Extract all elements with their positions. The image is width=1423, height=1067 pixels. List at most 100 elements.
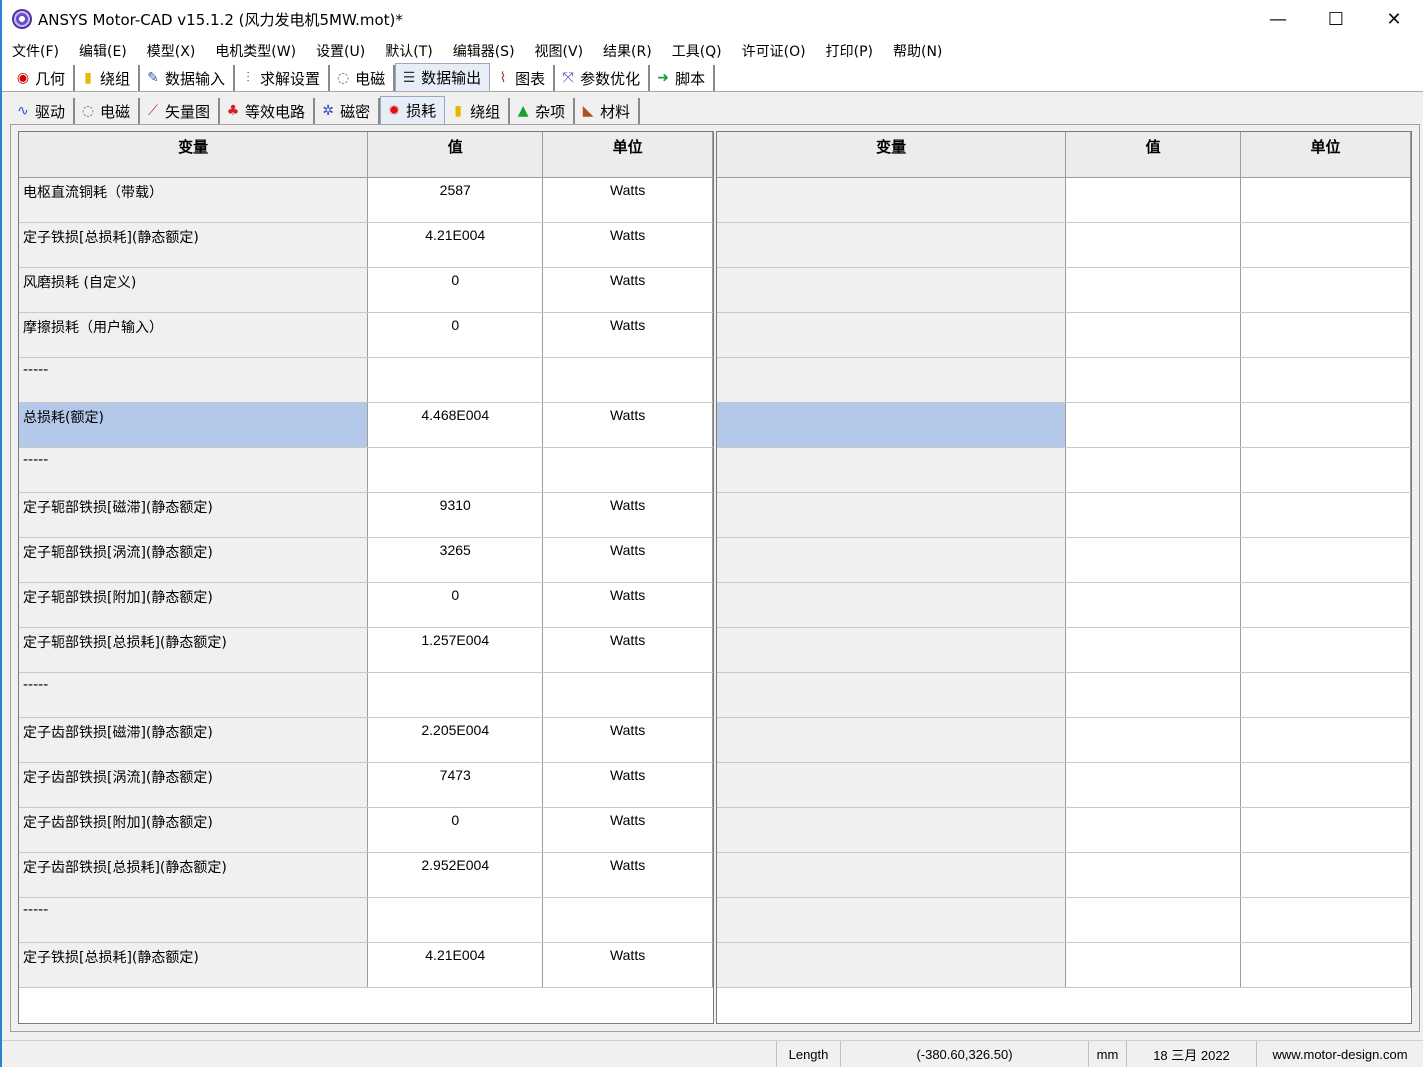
table-row[interactable] [717,942,1411,988]
unit-cell[interactable] [542,447,713,493]
variable-cell[interactable] [717,942,1067,988]
menu-item-3[interactable]: 电机类型(W) [215,41,296,61]
variable-cell[interactable]: 定子铁损[总损耗](静态额定) [19,222,369,268]
unit-cell[interactable] [1240,762,1411,808]
table-row[interactable] [717,222,1411,268]
variable-cell[interactable]: 定子轭部铁损[磁滞](静态额定) [19,492,369,538]
table-row[interactable]: 定子齿部铁损[涡流](静态额定) 7473 Watts [19,762,713,808]
table-row[interactable]: 定子铁损[总损耗](静态额定) 4.21E004 Watts [19,942,713,988]
sub-tab-6[interactable]: ▮ 绕组 [445,98,511,124]
value-cell[interactable] [367,897,544,943]
menu-item-10[interactable]: 许可证(O) [742,41,806,61]
variable-cell[interactable] [717,672,1067,718]
unit-cell[interactable]: Watts [542,942,713,988]
value-cell[interactable] [367,672,544,718]
variable-cell[interactable] [717,807,1067,853]
main-tab-3[interactable]: ⫶ 求解设置 [235,65,331,91]
value-cell[interactable] [1065,357,1242,403]
table-row[interactable] [717,492,1411,538]
close-button[interactable]: ✕ [1365,0,1423,38]
variable-cell[interactable]: ----- [19,357,369,403]
variable-cell[interactable] [717,717,1067,763]
variable-cell[interactable]: 定子齿部铁损[附加](静态额定) [19,807,369,853]
variable-cell[interactable]: 定子轭部铁损[附加](静态额定) [19,582,369,628]
table-row[interactable] [717,357,1411,403]
variable-cell[interactable]: 定子齿部铁损[总损耗](静态额定) [19,852,369,898]
value-cell[interactable]: 0 [367,312,544,358]
variable-cell[interactable]: ----- [19,447,369,493]
unit-cell[interactable]: Watts [542,717,713,763]
table-row[interactable] [717,627,1411,673]
value-cell[interactable]: 0 [367,807,544,853]
unit-cell[interactable]: Watts [542,177,713,223]
variable-cell[interactable] [717,627,1067,673]
value-cell[interactable] [1065,762,1242,808]
unit-cell[interactable] [542,672,713,718]
unit-cell[interactable] [1240,807,1411,853]
variable-cell[interactable] [717,897,1067,943]
value-cell[interactable] [1065,492,1242,538]
variable-cell[interactable]: 风磨损耗 (自定义) [19,267,369,313]
sub-tab-0[interactable]: ∿ 驱动 [10,98,76,124]
sub-tab-8[interactable]: ◣ 材料 [575,98,641,124]
main-tab-8[interactable]: ➜ 脚本 [650,65,716,91]
value-cell[interactable]: 2.952E004 [367,852,544,898]
unit-cell[interactable] [1240,447,1411,493]
value-cell[interactable] [1065,717,1242,763]
value-cell[interactable]: 7473 [367,762,544,808]
variable-cell[interactable] [717,222,1067,268]
table-row[interactable]: 电枢直流铜耗（带载） 2587 Watts [19,177,713,223]
table-row[interactable] [717,672,1411,718]
unit-cell[interactable] [1240,942,1411,988]
table-row[interactable] [717,402,1411,448]
unit-cell[interactable] [542,897,713,943]
variable-cell[interactable] [717,177,1067,223]
table-row[interactable]: 定子轭部铁损[涡流](静态额定) 3265 Watts [19,537,713,583]
table-row[interactable]: ----- [19,447,713,493]
variable-cell[interactable] [717,852,1067,898]
table-row[interactable]: 定子齿部铁损[磁滞](静态额定) 2.205E004 Watts [19,717,713,763]
table-row[interactable]: 定子轭部铁损[总损耗](静态额定) 1.257E004 Watts [19,627,713,673]
table-row[interactable]: ----- [19,357,713,403]
main-tab-6[interactable]: ⌇ 图表 [490,65,556,91]
value-cell[interactable]: 3265 [367,537,544,583]
unit-cell[interactable] [1240,672,1411,718]
table-row[interactable]: 定子铁损[总损耗](静态额定) 4.21E004 Watts [19,222,713,268]
main-tab-5[interactable]: ☰ 数据输出 [395,63,491,91]
table-row[interactable] [717,852,1411,898]
unit-cell[interactable] [1240,717,1411,763]
unit-cell[interactable]: Watts [542,267,713,313]
table-row[interactable] [717,582,1411,628]
unit-cell[interactable]: Watts [542,762,713,808]
unit-cell[interactable] [1240,537,1411,583]
minimize-button[interactable]: — [1249,0,1307,38]
variable-cell[interactable]: 摩擦损耗（用户输入） [19,312,369,358]
table-row[interactable]: 定子轭部铁损[附加](静态额定) 0 Watts [19,582,713,628]
variable-cell[interactable]: ----- [19,897,369,943]
unit-cell[interactable] [542,357,713,403]
variable-cell[interactable]: 电枢直流铜耗（带载） [19,177,369,223]
table-row[interactable]: 总损耗(额定) 4.468E004 Watts [19,402,713,448]
menu-item-7[interactable]: 视图(V) [535,41,584,61]
unit-cell[interactable]: Watts [542,492,713,538]
variable-cell[interactable] [717,267,1067,313]
value-cell[interactable] [1065,312,1242,358]
sub-tab-2[interactable]: ⟋ 矢量图 [140,98,221,124]
variable-cell[interactable] [717,762,1067,808]
unit-cell[interactable] [1240,357,1411,403]
main-tab-4[interactable]: ◌ 电磁 [330,65,396,91]
column-header-variable[interactable]: 变量 [717,132,1067,178]
column-header-unit[interactable]: 单位 [1240,132,1411,178]
unit-cell[interactable] [1240,222,1411,268]
unit-cell[interactable]: Watts [542,222,713,268]
table-row[interactable]: 风磨损耗 (自定义) 0 Watts [19,267,713,313]
table-row[interactable]: 定子齿部铁损[总损耗](静态额定) 2.952E004 Watts [19,852,713,898]
variable-cell[interactable] [717,582,1067,628]
menu-item-9[interactable]: 工具(Q) [672,41,722,61]
unit-cell[interactable]: Watts [542,852,713,898]
value-cell[interactable]: 4.21E004 [367,942,544,988]
value-cell[interactable] [367,357,544,403]
value-cell[interactable]: 0 [367,267,544,313]
column-header-unit[interactable]: 单位 [542,132,713,178]
menu-item-0[interactable]: 文件(F) [12,41,59,61]
